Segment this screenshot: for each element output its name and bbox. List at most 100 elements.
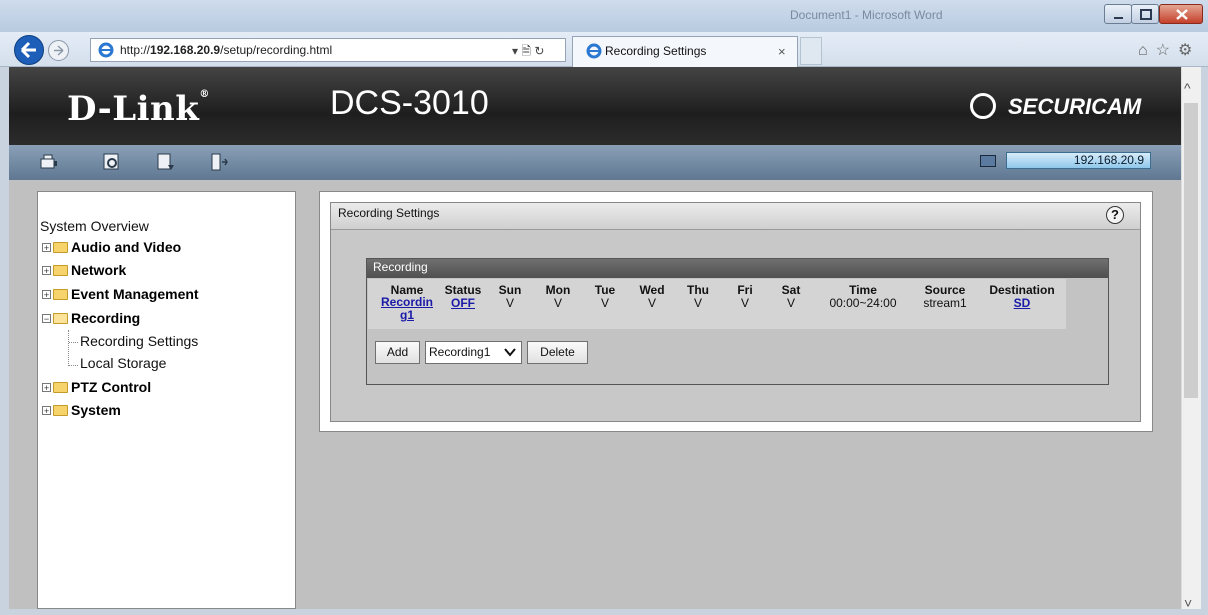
logo-text: D-Link [67,89,200,129]
recording-name-line2: g1 [399,308,414,322]
tree-item-local-storage[interactable]: Local Storage [80,355,166,371]
forward-arrow-icon [54,45,64,56]
tree-expand-icon[interactable]: + [42,406,51,416]
folder-icon [53,289,68,300]
scroll-up-icon[interactable]: ^ [1184,80,1191,96]
setup-icon[interactable] [155,151,177,173]
close-icon [1176,9,1188,20]
tab-title: Recording Settings [605,44,707,58]
address-controls-icon[interactable]: ▾ 🗎 ↻ [512,42,544,63]
ie-icon [98,42,114,58]
time-value: 00:00~24:00 [829,296,897,310]
minimize-button[interactable] [1104,4,1132,24]
destination-link[interactable]: SD [980,296,1064,310]
favorites-star-icon[interactable]: ☆ [1156,42,1178,59]
day-sun-value: V [505,296,514,310]
recording-settings-header [331,203,1140,230]
back-button[interactable] [14,35,44,65]
add-button[interactable]: Add [375,341,420,364]
day-tue-value: V [600,296,609,310]
tree-expand-icon[interactable]: + [42,243,51,253]
day-thu-value: V [693,296,702,310]
home-icon[interactable]: ⌂ [1138,42,1156,59]
folder-icon [53,382,68,393]
tree-expand-icon[interactable]: + [42,266,51,276]
day-fri-value: V [740,296,749,310]
open-folder-icon [53,313,68,324]
settings-gear-icon[interactable]: ⚙ [1178,42,1200,59]
window-title: Document1 - Microsoft Word [790,8,943,22]
tree-connector [68,330,69,366]
day-mon-value: V [553,296,562,310]
tree-item-label: Network [71,262,127,278]
ip-address-display: 192.168.20.9 [1006,152,1151,169]
camera-icon[interactable] [38,151,60,173]
address-path: /setup/recording.html [220,43,333,57]
tree-item-label: Event Management [71,286,199,302]
column-header-time: Time [849,283,877,297]
recording-name-link[interactable]: Recordin g1 [374,296,440,322]
column-header-sat: Sat [781,283,801,297]
address-host: 192.168.20.9 [150,43,221,57]
delete-button[interactable]: Delete [527,341,588,364]
tree-system-overview[interactable]: System Overview [40,218,149,234]
recording-status-link[interactable]: OFF [440,296,486,310]
folder-icon [53,265,68,276]
tree-item-label: PTZ Control [71,379,152,395]
forward-button[interactable] [48,40,69,61]
minimize-icon [1114,17,1123,19]
monitor-icon [980,155,996,167]
tree-item-audio-video[interactable]: + Audio and Video [42,239,181,255]
maximize-button[interactable] [1131,4,1159,24]
logo-registered-mark: ® [199,89,210,100]
new-tab-button[interactable] [800,37,822,65]
model-name: DCS-3010 [330,84,489,122]
tree-item-label: System [71,402,121,418]
column-header-wed: Wed [639,283,665,297]
tree-connector [69,342,78,343]
close-window-button[interactable] [1159,4,1203,24]
column-header-fri: Fri [737,283,753,297]
day-wed-value: V [647,296,656,310]
column-header-source: Source [924,283,966,297]
tree-item-network[interactable]: + Network [42,262,126,278]
live-view-icon[interactable] [101,151,123,173]
source-value: stream1 [923,296,967,310]
address-url: http://192.168.20.9/setup/recording.html [120,43,332,57]
window-title-bar [0,0,1208,32]
tree-item-recording[interactable]: − Recording [42,310,140,326]
tree-item-system[interactable]: + System [42,402,121,418]
column-header-thu: Thu [687,283,709,297]
browser-tools: ⌂☆⚙ [1138,40,1200,60]
tree-item-label: Recording [71,310,141,326]
address-prefix: http:// [120,43,151,57]
chevron-down-icon [504,348,516,357]
tree-collapse-icon[interactable]: − [42,314,51,324]
tree-connector [69,365,78,366]
section-title: Recording Settings [338,206,440,220]
tree-item-event-management[interactable]: + Event Management [42,286,199,302]
scrollbar-thumb[interactable] [1184,103,1198,398]
securicam-brand: SECURICAM [1008,94,1142,119]
column-header-status: Status [444,283,482,297]
tab-close-icon[interactable]: × [778,44,786,59]
help-icon[interactable]: ? [1106,206,1124,224]
column-header-sun: Sun [498,283,522,297]
tree-expand-icon[interactable]: + [42,383,51,393]
logout-icon[interactable] [208,151,230,173]
dlink-logo: D-Link® [67,89,210,129]
tree-item-label: Audio and Video [71,239,182,255]
folder-icon [53,405,68,416]
back-arrow-icon [20,41,36,59]
tree-item-ptz-control[interactable]: + PTZ Control [42,379,151,395]
securicam-lock-icon [970,93,996,119]
tree-item-recording-settings[interactable]: Recording Settings [80,333,198,349]
recording-title: Recording [373,260,428,274]
recording-select-value: Recording1 [429,345,491,359]
tree-expand-icon[interactable]: + [42,290,51,300]
column-header-destination: Destination [989,283,1055,297]
column-header-tue: Tue [594,283,616,297]
recording-name-line1: Recordin [380,295,433,309]
maximize-icon [1140,9,1152,20]
day-sat-value: V [786,296,795,310]
